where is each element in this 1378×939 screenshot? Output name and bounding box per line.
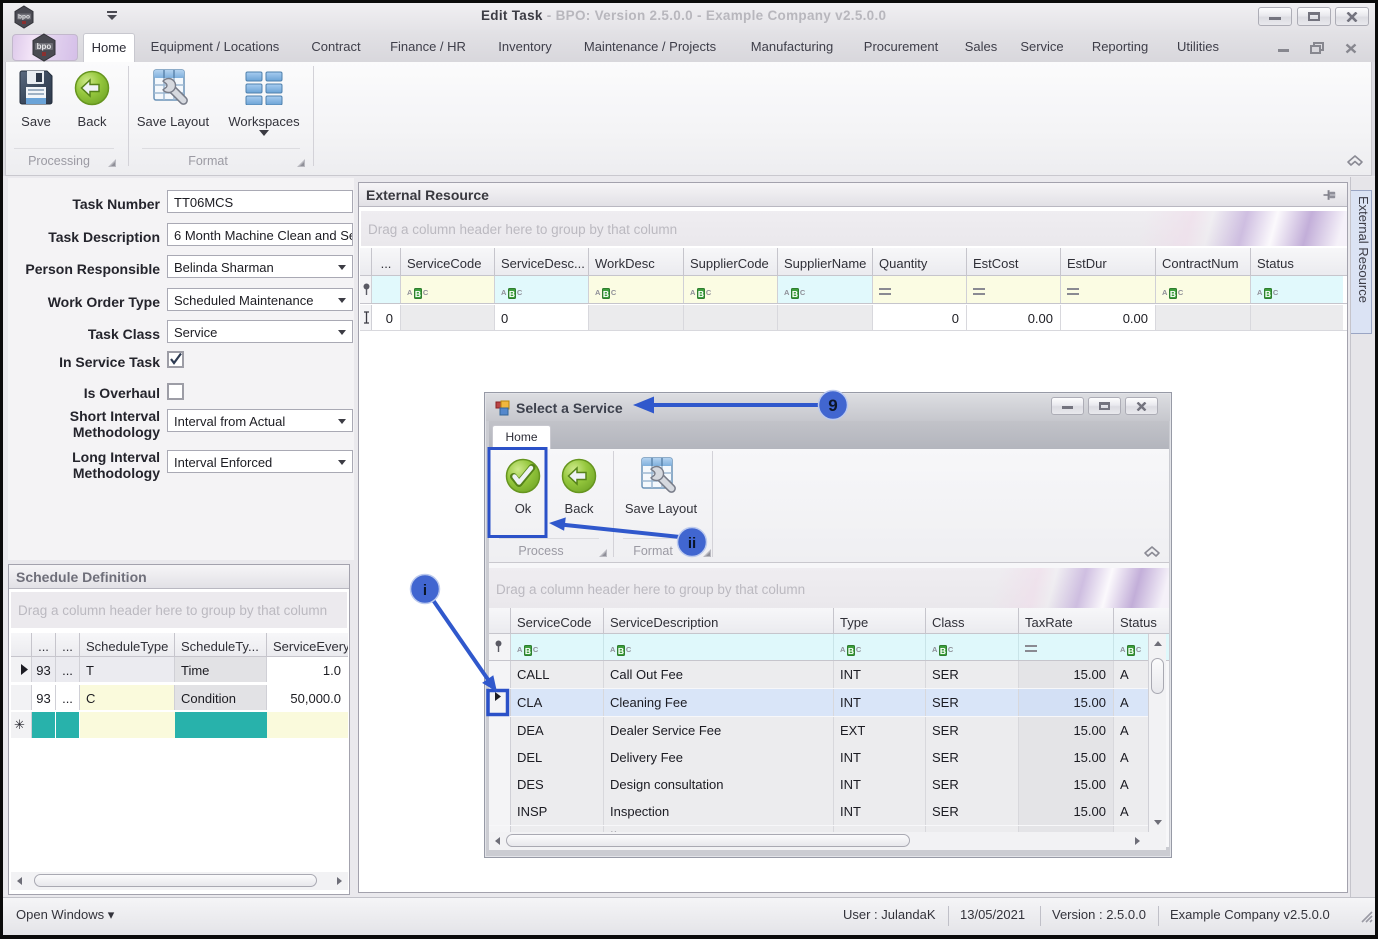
svg-text:bpo: bpo (18, 14, 30, 21)
svg-text:bpo: bpo (37, 42, 52, 51)
